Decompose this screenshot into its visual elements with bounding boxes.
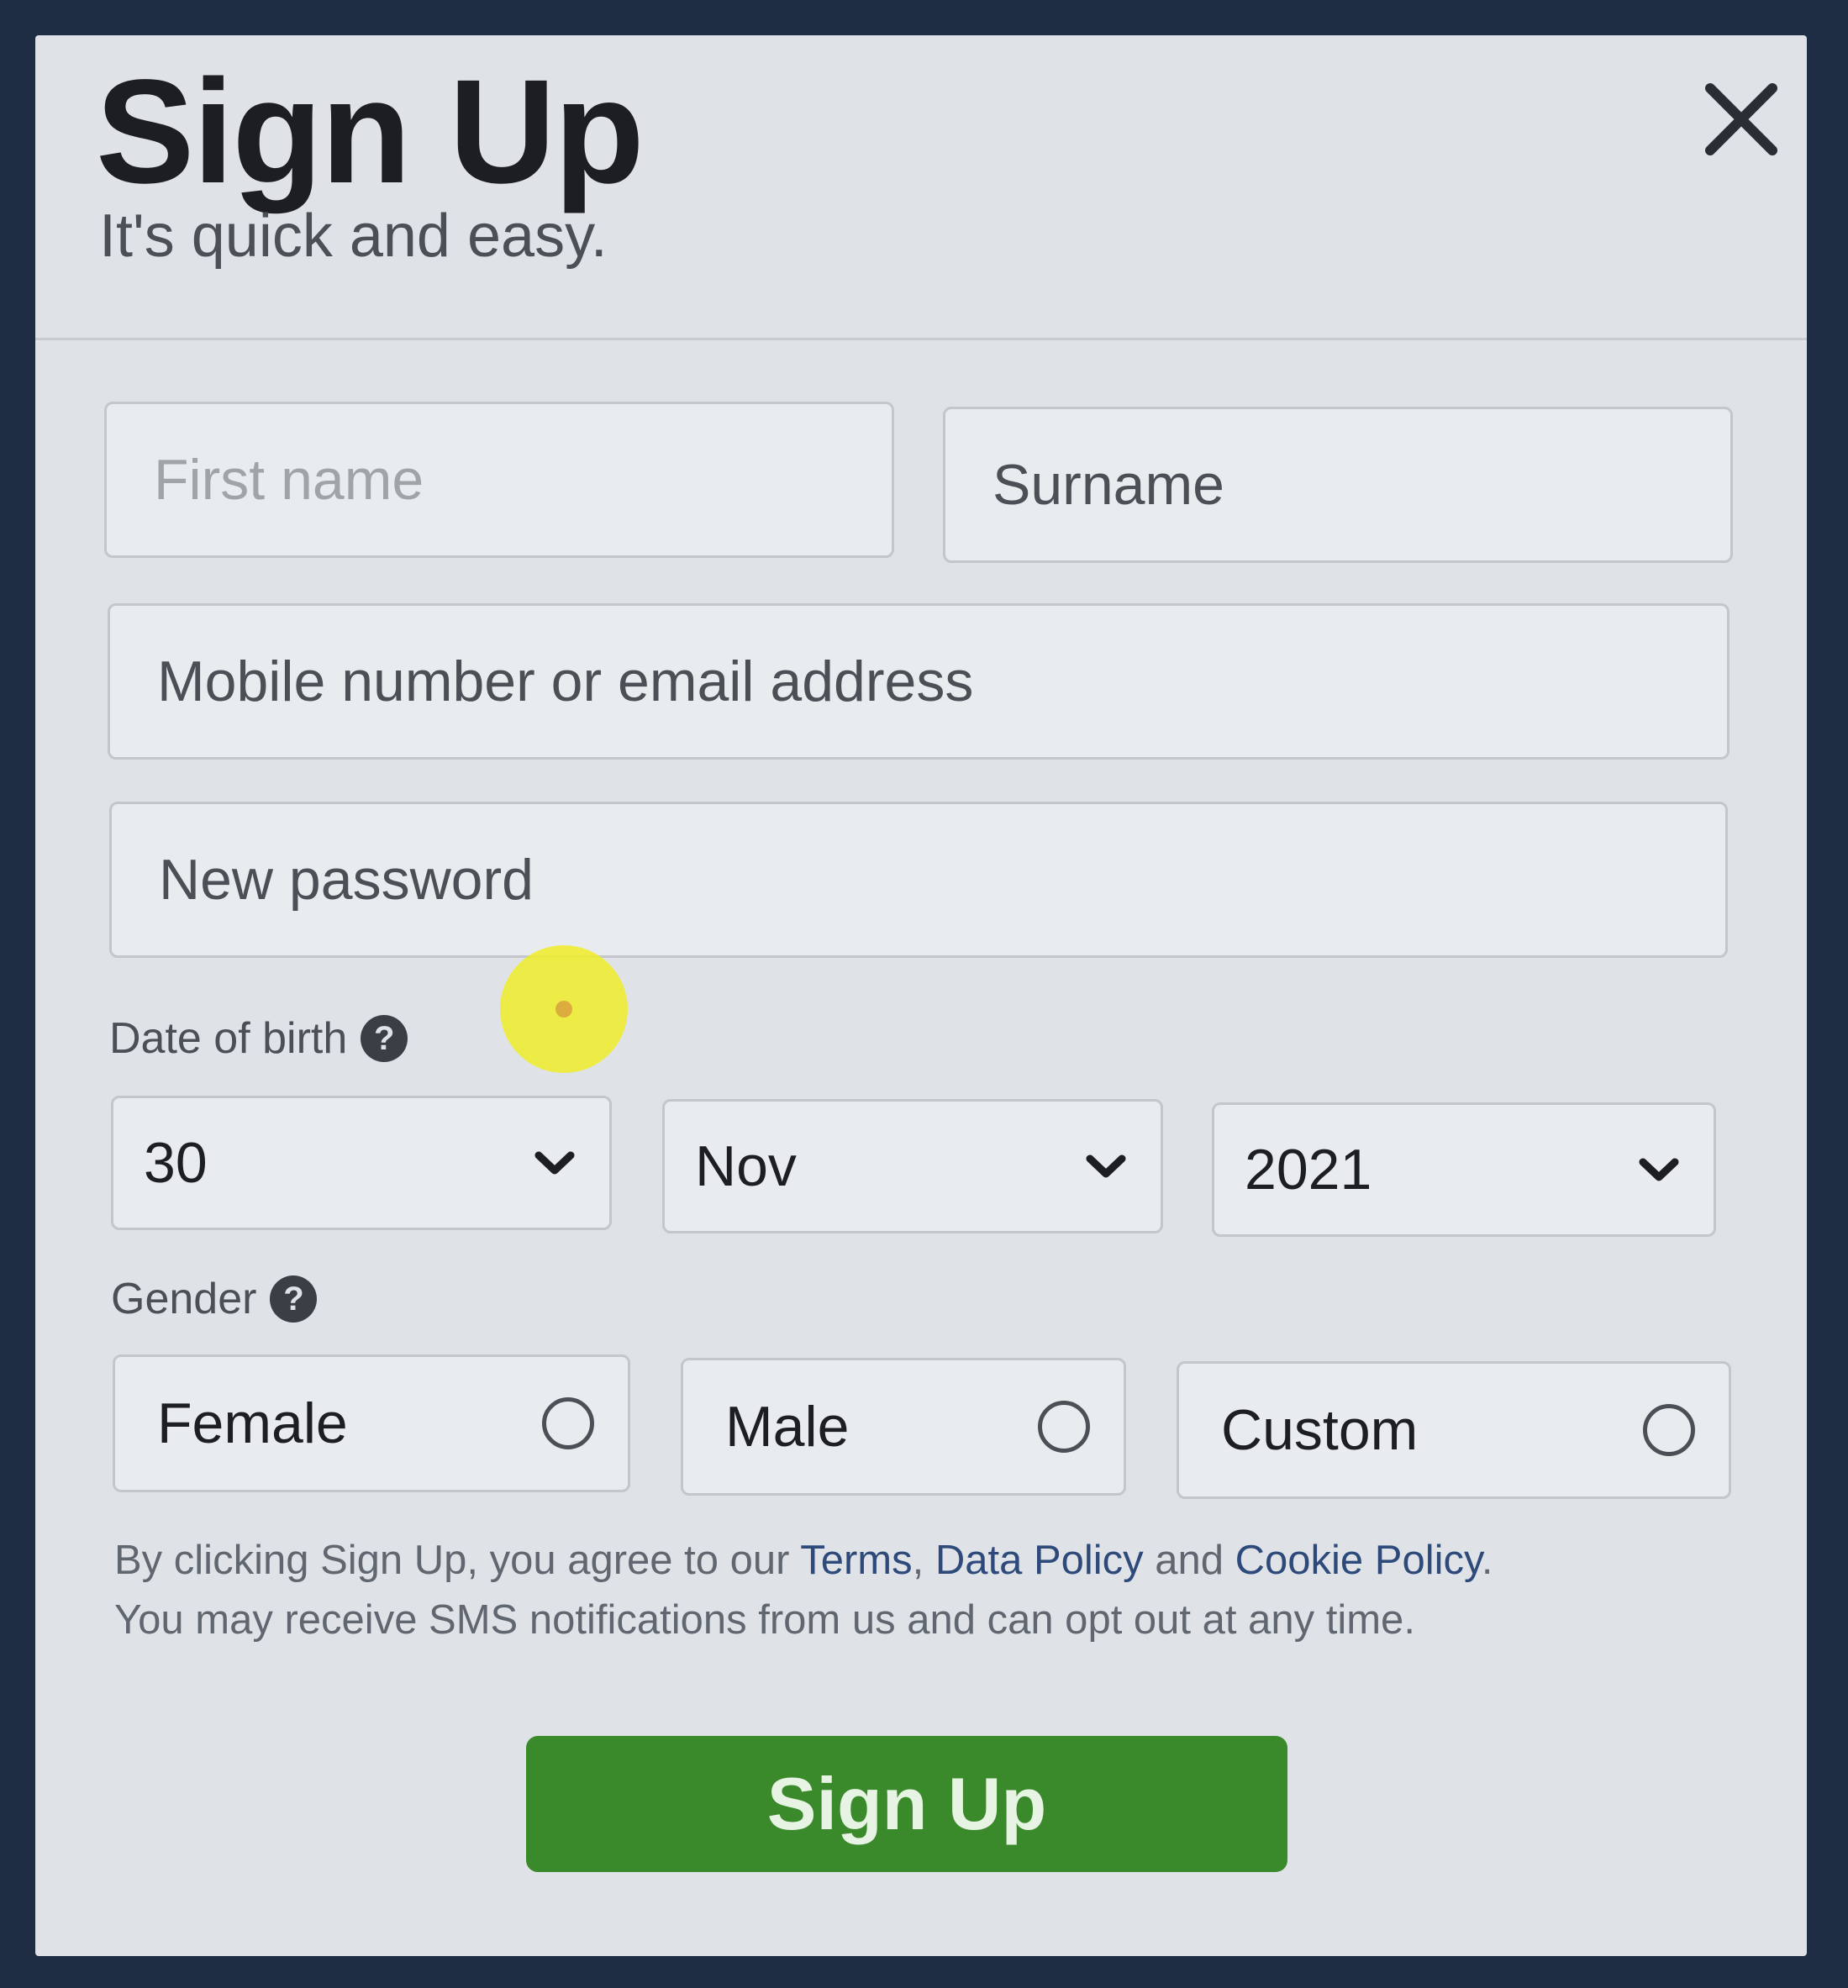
surname-placeholder: Surname — [992, 453, 1224, 517]
signup-dialog: Sign Up It's quick and easy. First name … — [35, 35, 1807, 1956]
contact-placeholder: Mobile number or email address — [157, 650, 974, 713]
dob-month-value: Nov — [695, 1134, 797, 1198]
radio-circle-icon[interactable] — [542, 1397, 594, 1449]
terms-period: . — [1481, 1538, 1493, 1583]
chevron-down-icon — [1639, 1158, 1679, 1181]
contact-input[interactable]: Mobile number or email address — [108, 603, 1730, 760]
close-icon — [1705, 83, 1777, 155]
dob-year-select[interactable]: 2021 — [1212, 1102, 1716, 1237]
gender-option-female[interactable]: Female — [113, 1354, 630, 1492]
dob-year-value: 2021 — [1245, 1138, 1372, 1202]
gender-option-label: Female — [157, 1391, 348, 1455]
gender-label-row: Gender ? — [111, 1274, 318, 1324]
dob-label: Date of birth — [109, 1014, 348, 1063]
sign-up-button[interactable]: Sign Up — [526, 1736, 1287, 1872]
terms-link[interactable]: Terms — [800, 1538, 912, 1583]
gender-label: Gender — [111, 1275, 257, 1323]
password-input[interactable]: New password — [109, 802, 1728, 958]
surname-input[interactable]: Surname — [943, 407, 1733, 563]
header-divider — [35, 338, 1807, 340]
gender-option-label: Male — [725, 1395, 850, 1459]
dob-month-select[interactable]: Nov — [662, 1099, 1163, 1233]
radio-circle-icon[interactable] — [1038, 1401, 1090, 1453]
dob-day-select[interactable]: 30 — [111, 1096, 612, 1230]
gender-option-custom[interactable]: Custom — [1177, 1361, 1731, 1499]
terms-notice: By clicking Sign Up, you agree to our Te… — [114, 1531, 1736, 1650]
page-title: Sign Up — [96, 50, 645, 214]
password-placeholder: New password — [159, 848, 534, 912]
terms-separator: , — [912, 1538, 935, 1583]
first-name-input[interactable]: First name — [104, 402, 894, 558]
gender-option-label: Custom — [1221, 1398, 1419, 1462]
sign-up-button-label: Sign Up — [766, 1762, 1047, 1845]
chevron-down-icon — [534, 1151, 575, 1175]
gender-option-male[interactable]: Male — [681, 1358, 1126, 1496]
data-policy-link[interactable]: Data Policy — [935, 1538, 1144, 1583]
radio-circle-icon[interactable] — [1643, 1404, 1695, 1456]
dob-day-value: 30 — [144, 1131, 208, 1195]
first-name-placeholder: First name — [154, 448, 424, 512]
gender-help-icon[interactable]: ? — [270, 1275, 318, 1323]
dob-label-row: Date of birth ? — [109, 1013, 408, 1064]
close-button[interactable] — [1682, 60, 1800, 178]
cursor-highlight — [500, 945, 628, 1073]
page-subtitle: It's quick and easy. — [99, 202, 608, 270]
sms-notice: You may receive SMS notifications from u… — [114, 1597, 1415, 1644]
terms-separator: and — [1143, 1538, 1235, 1583]
cookie-policy-link[interactable]: Cookie Policy — [1235, 1538, 1482, 1583]
terms-prefix: By clicking Sign Up, you agree to our — [114, 1538, 801, 1583]
chevron-down-icon — [1086, 1154, 1126, 1178]
dob-help-icon[interactable]: ? — [361, 1015, 408, 1062]
